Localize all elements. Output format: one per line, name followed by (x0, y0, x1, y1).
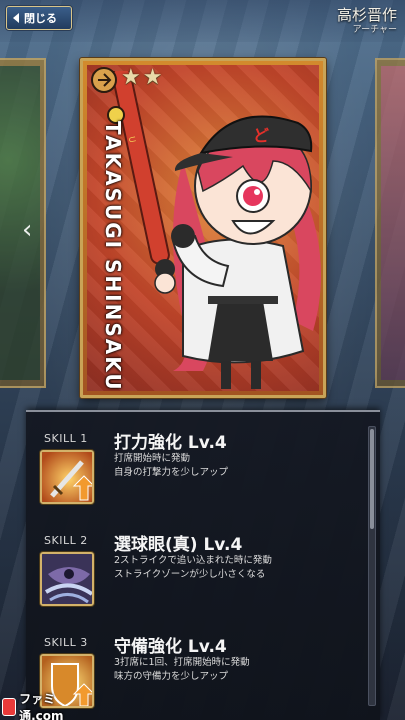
scrollbar-thumb[interactable] (370, 429, 374, 529)
next-card[interactable] (375, 58, 405, 388)
swipe-left-arrow-icon[interactable]: ‹ (22, 215, 32, 245)
skill-trigger: 2ストライクで追い込まれた時に発動 (114, 555, 272, 566)
skill-scrollbar[interactable] (368, 426, 376, 706)
skill-item-2[interactable]: SKILL 2 選球眼(真) Lv.4 2ストライクで追い込まれた時に発動 スト… (34, 528, 364, 628)
skill-tag: SKILL 1 (44, 432, 88, 445)
skill-tag: SKILL 2 (44, 534, 88, 547)
star-icon: ★ (121, 65, 141, 90)
skill-effect: 味方の守備力を少しアップ (114, 671, 229, 682)
svg-text:ど: ど (253, 126, 269, 145)
star-icon: ★ (142, 65, 163, 90)
card-name-vertical: TAKASUGI SHINSAKU (101, 121, 125, 392)
previous-card-art (0, 66, 40, 380)
watermark: ファミ通.com (0, 692, 80, 720)
next-card-art (381, 66, 405, 380)
sword-up-icon (40, 450, 94, 504)
skill-effect: ストライクゾーンが少し小さくなる (114, 569, 266, 580)
archer-class-icon (91, 67, 117, 93)
skill-item-1[interactable]: SKILL 1 打力強化 Lv.4 打席開始時に発動 自身の打撃力を少しアップ (34, 426, 364, 526)
skill-item-3[interactable]: SKILL 3 守備強化 Lv.4 3打席に1回、打席開始時に発動 味方の守備力… (34, 630, 364, 720)
skill-title: 守備強化 Lv.4 (114, 637, 227, 657)
servant-illustration: ⊂ ど (113, 71, 321, 389)
skill-trigger: 打席開始時に発動 (114, 453, 191, 464)
skill-title: 打力強化 Lv.4 (114, 433, 227, 453)
watermark-text: ファミ通.com (19, 692, 64, 720)
skill-trigger: 3打席に1回、打席開始時に発動 (114, 657, 250, 668)
rarity-stars: ★ ★ (121, 65, 162, 90)
skill-effect: 自身の打撃力を少しアップ (114, 467, 229, 478)
header-bar: 閉じる 高杉晋作 アーチャー (0, 0, 405, 42)
famitsu-logo-icon (2, 698, 17, 716)
eye-mode-icon (40, 552, 94, 606)
servant-class: アーチャー (352, 25, 397, 35)
skill-title: 選球眼(真) Lv.4 (114, 535, 243, 555)
close-button[interactable]: 閉じる (6, 6, 72, 30)
skill-panel[interactable]: SKILL 1 打力強化 Lv.4 打席開始時に発動 自身の打撃力を少しアップ … (26, 410, 380, 720)
chevron-left-icon (13, 13, 19, 23)
servant-card: ⊂ ど ★ ★ TAKASUGI SHINSAKU (80, 58, 326, 398)
skill-tag: SKILL 3 (44, 636, 88, 649)
close-label: 閉じる (24, 12, 57, 25)
